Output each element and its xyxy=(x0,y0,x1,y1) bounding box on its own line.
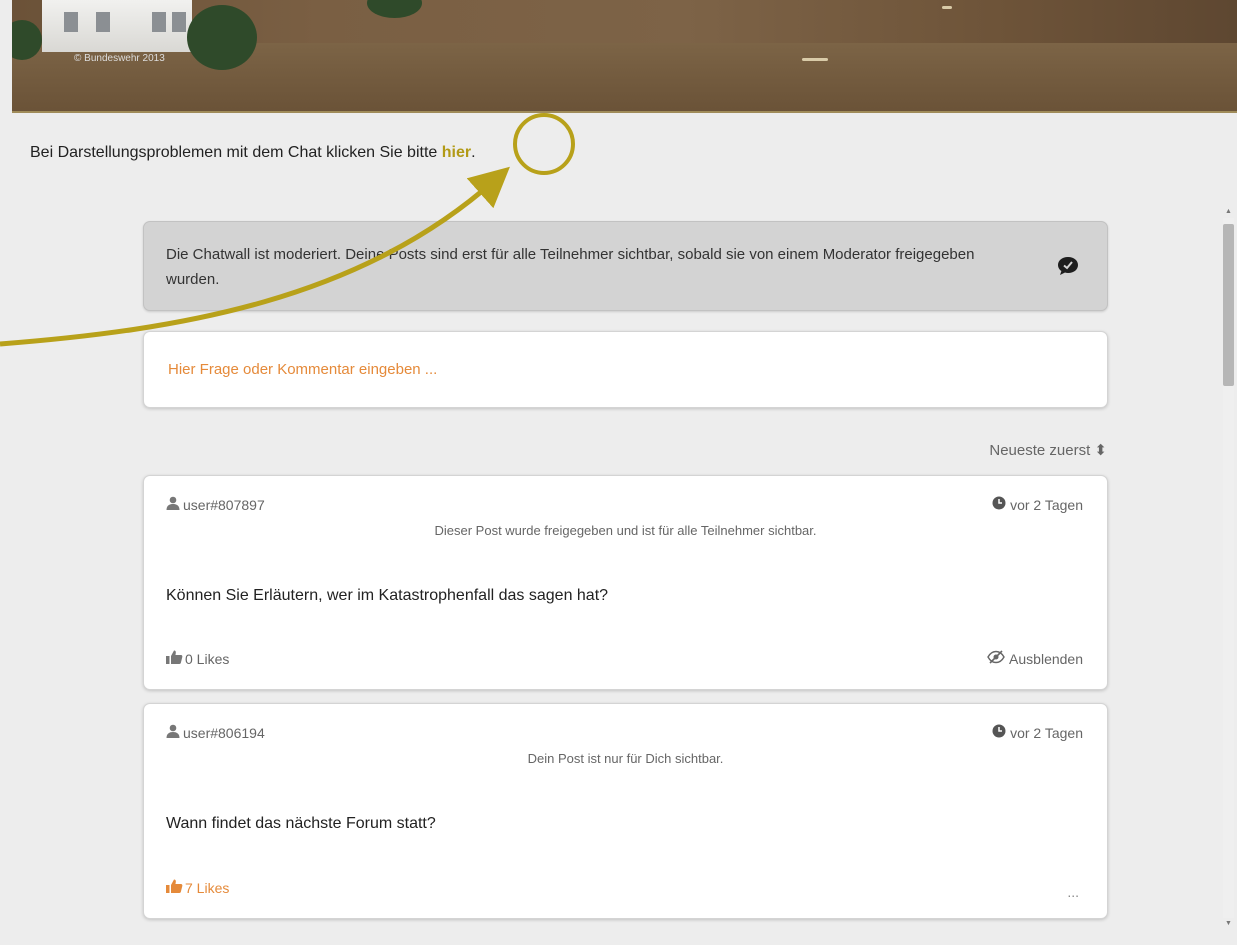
post-card: user#807897 vor 2 Tagen Dieser Post wurd… xyxy=(143,475,1108,690)
moderation-info-card: Die Chatwall ist moderiert. Deine Posts … xyxy=(143,221,1108,311)
comment-composer[interactable] xyxy=(143,331,1108,408)
post-user: user#807897 xyxy=(166,496,265,513)
notice-text: Bei Darstellungsproblemen mit dem Chat k… xyxy=(30,144,442,161)
chat-bubble-icon xyxy=(1057,256,1079,281)
scrollbar-thumb[interactable] xyxy=(1223,224,1234,386)
post-username: user#806194 xyxy=(183,724,265,741)
like-button[interactable]: 0 Likes xyxy=(166,650,229,667)
banner-copyright: © Bundeswehr 2013 xyxy=(74,53,165,64)
banner-ripple xyxy=(942,6,952,9)
thumbs-up-icon xyxy=(166,879,183,896)
post-card: user#806194 vor 2 Tagen Dein Post ist nu… xyxy=(143,703,1108,919)
post-body: Wann findet das nächste Forum statt? xyxy=(166,815,436,832)
eye-slash-icon xyxy=(987,650,1005,667)
sort-icon: ⬍ xyxy=(1094,442,1107,459)
comment-input[interactable] xyxy=(166,354,1070,384)
post-user: user#806194 xyxy=(166,724,265,741)
display-problem-notice: Bei Darstellungsproblemen mit dem Chat k… xyxy=(30,144,476,162)
notice-link-hier[interactable]: hier xyxy=(442,144,471,161)
user-icon xyxy=(166,496,180,513)
post-body: Können Sie Erläutern, wer im Katastrophe… xyxy=(166,587,609,604)
scroll-up-icon[interactable]: ▲ xyxy=(1225,208,1232,215)
scrollbar[interactable]: ▲ ▼ xyxy=(1221,208,1235,945)
post-time: vor 2 Tagen xyxy=(992,496,1083,513)
post-timestamp: vor 2 Tagen xyxy=(1010,496,1083,513)
banner-house xyxy=(42,0,192,52)
clock-icon xyxy=(992,724,1006,741)
banner-divider xyxy=(12,111,1237,113)
user-icon xyxy=(166,724,180,741)
banner-ripple xyxy=(802,58,828,61)
banner-tree xyxy=(187,5,257,70)
like-count: 0 Likes xyxy=(185,650,230,667)
post-username: user#807897 xyxy=(183,496,265,513)
post-timestamp: vor 2 Tagen xyxy=(1010,724,1083,741)
annotation-circle xyxy=(513,113,575,175)
hide-button[interactable]: Ausblenden xyxy=(987,650,1083,667)
hide-label: Ausblenden xyxy=(1009,650,1083,667)
clock-icon xyxy=(992,496,1006,513)
like-button[interactable]: 7 Likes xyxy=(166,879,229,896)
post-status: Dieser Post wurde freigegeben und ist fü… xyxy=(434,523,817,538)
notice-end: . xyxy=(471,144,476,161)
thumbs-up-icon xyxy=(166,650,183,667)
sort-dropdown[interactable]: Neueste zuerst ⬍ xyxy=(989,441,1107,459)
post-time: vor 2 Tagen xyxy=(992,724,1083,741)
scroll-down-icon[interactable]: ▼ xyxy=(1225,920,1232,927)
sort-label: Neueste zuerst xyxy=(989,442,1091,459)
more-options-button[interactable]: ... xyxy=(1067,884,1079,900)
moderation-text: Die Chatwall ist moderiert. Deine Posts … xyxy=(166,246,975,288)
banner-tree xyxy=(367,0,422,18)
like-count: 7 Likes xyxy=(185,879,230,896)
post-status: Dein Post ist nur für Dich sichtbar. xyxy=(527,751,724,766)
header-banner: © Bundeswehr 2013 xyxy=(12,0,1237,113)
